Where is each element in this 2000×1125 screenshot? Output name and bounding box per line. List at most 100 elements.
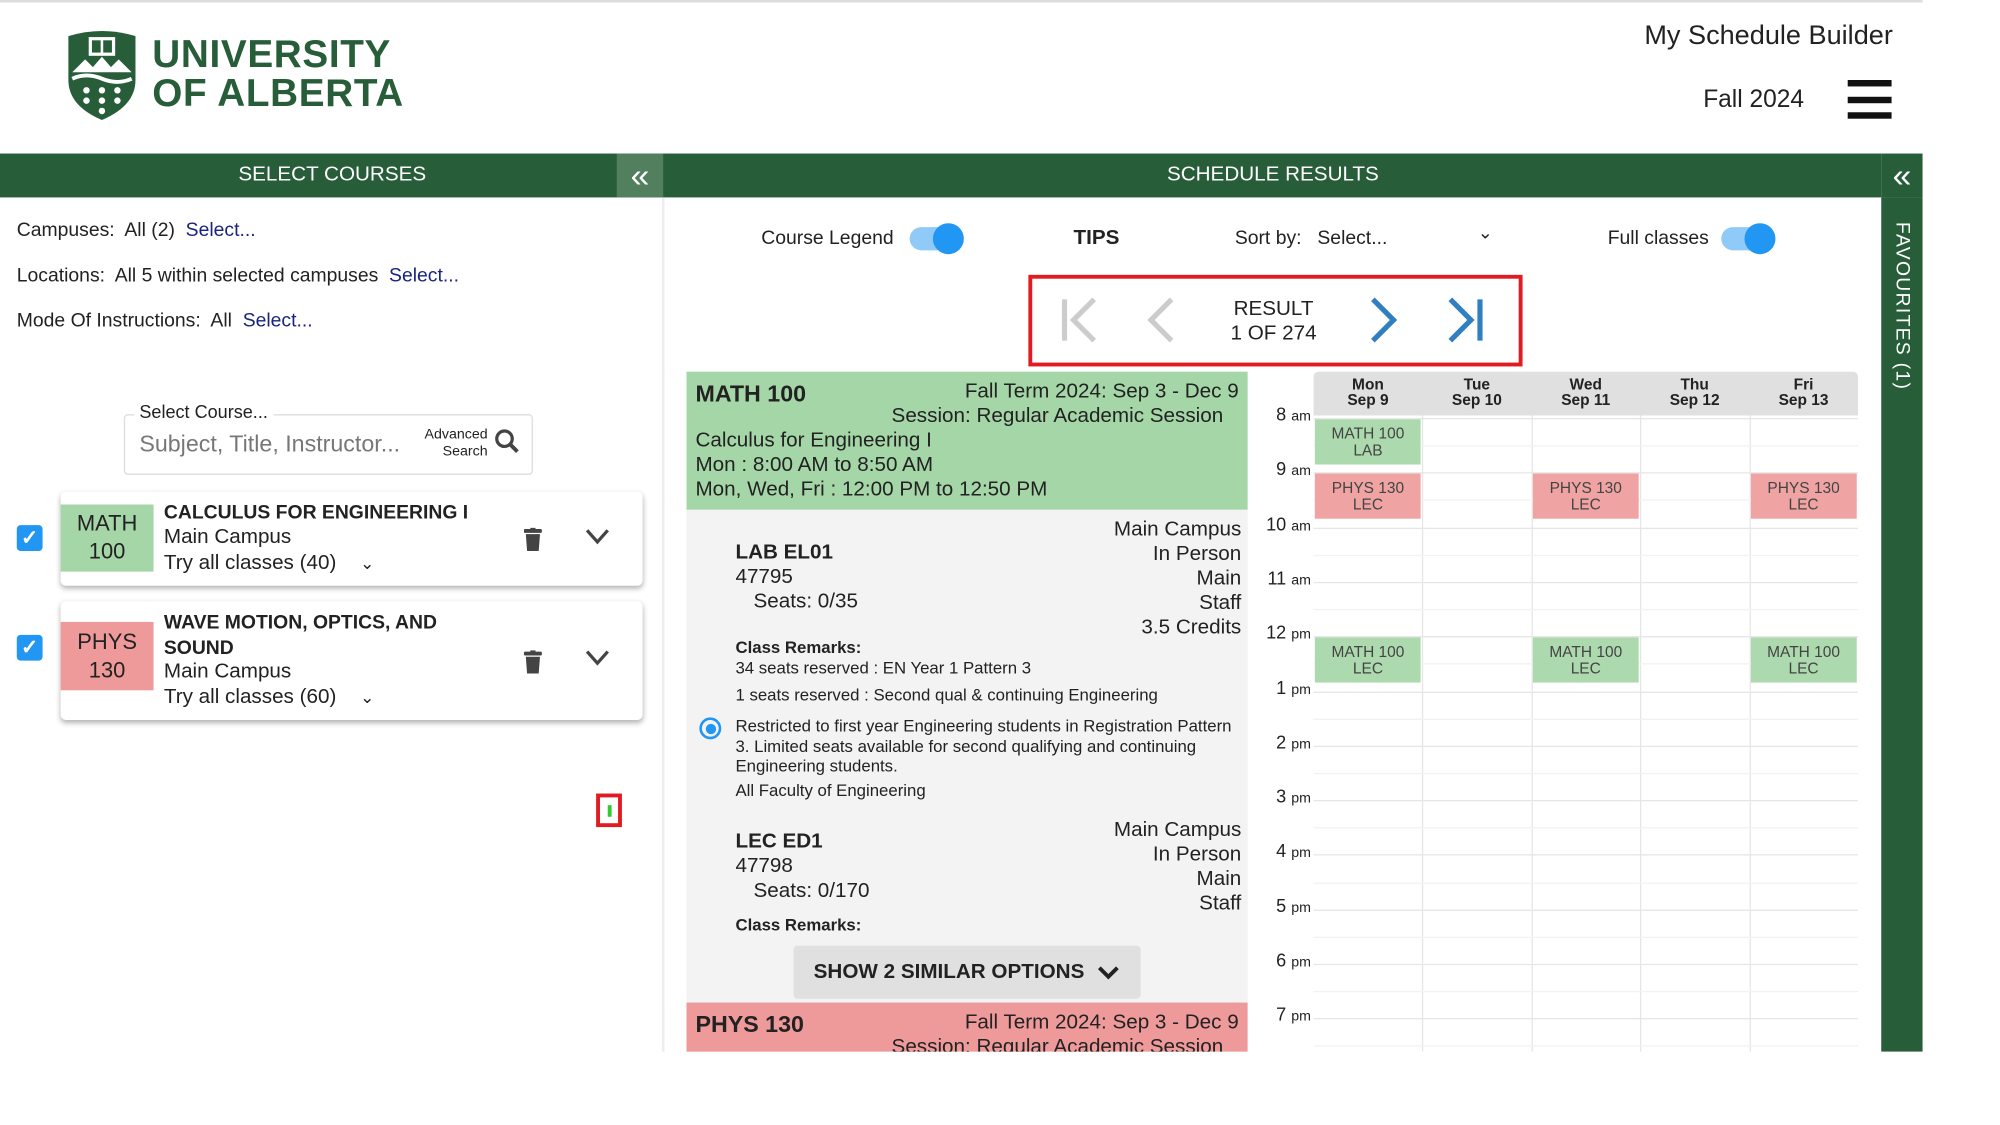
trash-icon[interactable]: [523, 650, 542, 674]
search-placeholder[interactable]: Subject, Title, Instructor...: [139, 431, 400, 458]
hour-gridline: [1313, 718, 1859, 720]
result-counter: RESULT 1 OF 274: [1230, 298, 1317, 345]
course-badge: MATH 100: [60, 504, 154, 572]
expand-chevron-icon[interactable]: [585, 649, 611, 667]
weekly-calendar: Mon Sep 9 Tue Sep 10 Wed Sep 11 Thu Sep 12 Fri Se…: [1313, 371, 1859, 1052]
select-courses-header: SELECT COURSES: [0, 153, 665, 198]
math-100-card-header[interactable]: MATH 100 Fall Term 2024: Sep 3 - Dec 9 S…: [686, 371, 1248, 510]
calendar-event[interactable]: MATH 100 LEC: [1750, 637, 1857, 683]
locations-select-link[interactable]: Select...: [389, 265, 459, 287]
day-header: Thu Sep 12: [1669, 375, 1720, 410]
term-selector[interactable]: Fall 2024: [1703, 86, 1804, 114]
schedule-result-cards: MATH 100 Fall Term 2024: Sep 3 - Dec 9 S…: [686, 371, 1248, 1052]
day-header: Mon Sep 9: [1347, 375, 1389, 410]
calendar-event[interactable]: PHYS 130 LEC: [1532, 473, 1639, 520]
class-remarks-label: Class Remarks:: [735, 637, 862, 657]
term-dates: Fall Term 2024: Sep 3 - Dec 9: [964, 380, 1239, 403]
seats: Seats: 0/170: [753, 879, 870, 902]
section-name: LEC ED1: [735, 830, 823, 853]
collapse-right-button[interactable]: «: [1881, 153, 1923, 198]
lab-section-details: Main Campus In Person Main Staff 3.5 Credits: [1113, 518, 1242, 639]
top-divider: [0, 0, 1923, 3]
calendar-event[interactable]: MATH 100 LEC: [1314, 637, 1422, 683]
try-all-classes-dropdown[interactable]: Try all classes (40) ⌄: [164, 552, 374, 575]
course-title: WAVE MOTION, OPTICS, AND SOUND: [163, 611, 437, 660]
seats: Seats: 0/35: [753, 590, 858, 613]
previous-result-icon[interactable]: [1146, 297, 1177, 343]
first-result-icon[interactable]: [1061, 297, 1100, 343]
section-radio-selected[interactable]: [699, 717, 722, 740]
hour-gridline: [1313, 609, 1859, 611]
calendar-event[interactable]: PHYS 130 LEC: [1750, 473, 1857, 520]
hour-label: 1 pm: [1276, 676, 1311, 698]
hour-gridline: [1313, 527, 1859, 529]
chevron-down-icon: ⌄: [360, 553, 375, 573]
calendar-event[interactable]: MATH 100 LEC: [1532, 637, 1639, 683]
meeting-time: Mon : 8:00 AM to 8:50 AM: [695, 454, 934, 477]
hour-gridline: [1313, 581, 1859, 584]
app-title: My Schedule Builder: [1644, 20, 1893, 51]
hour-gridline: [1313, 881, 1859, 884]
course-campus: Main Campus: [163, 660, 292, 683]
class-number: 47795: [735, 566, 793, 589]
chevron-down-icon: ⌄: [360, 687, 375, 708]
section-name: LAB EL01: [735, 541, 833, 564]
hour-gridline: [1313, 745, 1859, 747]
search-icon[interactable]: [494, 428, 520, 454]
campuses-select-link[interactable]: Select...: [186, 219, 256, 241]
next-result-icon[interactable]: [1368, 297, 1399, 343]
last-result-icon[interactable]: [1445, 297, 1486, 343]
hour-gridline: [1313, 991, 1859, 993]
sort-by-select[interactable]: Select... ⌄: [1317, 222, 1498, 249]
hour-gridline: [1313, 772, 1859, 775]
restriction-note: Restricted to first year Engineering stu…: [735, 716, 1232, 776]
full-classes-label: Full classes: [1607, 227, 1709, 250]
hour-label: 3 pm: [1276, 785, 1311, 807]
try-all-classes-dropdown[interactable]: Try all classes (60) ⌄: [164, 686, 374, 709]
expand-chevron-icon[interactable]: [585, 528, 611, 546]
faculty-note: All Faculty of Engineering: [735, 780, 926, 800]
course-title: CALCULUS FOR ENGINEERING I: [163, 501, 469, 524]
course-name: Calculus for Engineering I: [695, 429, 932, 452]
highlight-marker: [596, 793, 622, 828]
full-classes-toggle[interactable]: [1721, 223, 1776, 255]
mode-filter: Mode Of Instructions: All Select...: [16, 309, 313, 332]
remark: 1 seats reserved : Second qual & continu…: [735, 685, 1158, 705]
remark: 34 seats reserved : EN Year 1 Pattern 3: [735, 658, 1032, 678]
hour-label: 2 pm: [1276, 731, 1311, 752]
hour-gridline: [1313, 554, 1859, 556]
hour-gridline: [1313, 827, 1859, 829]
course-legend-toggle[interactable]: [909, 223, 964, 255]
class-number: 47798: [735, 855, 793, 878]
course-checkbox-phys-130[interactable]: ✓: [16, 634, 43, 661]
hour-label: 8 am: [1276, 403, 1311, 425]
campuses-filter: Campuses: All (2) Select...: [16, 219, 256, 242]
favourites-tab[interactable]: FAVOURITES (1): [1892, 222, 1914, 390]
locations-filter: Locations: All 5 within selected campuse…: [16, 264, 459, 287]
session: Session: Regular Academic Session: [891, 1036, 1224, 1052]
lec-section-details: Main Campus In Person Main Staff: [1113, 819, 1242, 915]
university-logo[interactable]: UNIVERSITY OF ALBERTA: [65, 28, 404, 121]
day-header: Fri Sep 13: [1778, 375, 1829, 410]
course-legend-label: Course Legend: [761, 227, 894, 250]
course-checkbox-math-100[interactable]: ✓: [16, 525, 43, 551]
course-badge: PHYS 130: [60, 621, 154, 691]
schedule-results-header: SCHEDULE RESULTS: [664, 153, 1882, 198]
phys-130-card-header[interactable]: PHYS 130 Fall Term 2024: Sep 3 - Dec 9 S…: [686, 1002, 1248, 1052]
hour-gridline: [1313, 690, 1859, 693]
tips-button[interactable]: TIPS: [1074, 227, 1120, 250]
trash-icon[interactable]: [523, 527, 542, 551]
term-dates: Fall Term 2024: Sep 3 - Dec 9: [964, 1011, 1239, 1034]
mode-select-link[interactable]: Select...: [243, 310, 313, 332]
hour-label: 6 pm: [1276, 949, 1311, 971]
collapse-left-button[interactable]: «: [616, 153, 664, 198]
course-code: MATH 100: [695, 380, 807, 407]
show-similar-options-button[interactable]: SHOW 2 SIMILAR OPTIONS: [793, 945, 1141, 999]
advanced-search-link[interactable]: Advanced Search: [425, 427, 488, 461]
hamburger-icon[interactable]: [1847, 79, 1892, 119]
chevron-down-icon: ⌄: [1477, 221, 1493, 243]
calendar-event[interactable]: PHYS 130 LEC: [1314, 473, 1422, 520]
calendar-event[interactable]: MATH 100 LAB: [1314, 419, 1422, 465]
sort-by-label: Sort by:: [1234, 227, 1302, 250]
crest-icon: [68, 30, 136, 120]
